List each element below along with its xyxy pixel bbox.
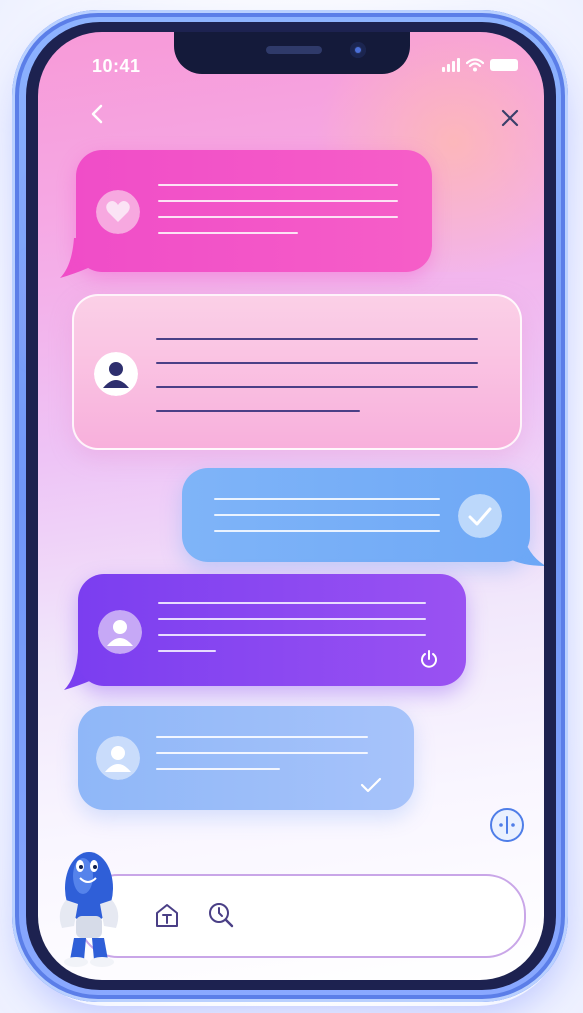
- sync-button[interactable]: [490, 808, 524, 842]
- phone-screen: 10:41: [38, 32, 544, 980]
- user-icon: [94, 352, 138, 396]
- check-icon: [360, 777, 382, 793]
- message-text-lines: [214, 498, 440, 546]
- heart-icon: [96, 190, 140, 234]
- battery-icon: [490, 59, 518, 71]
- user-icon: [98, 610, 142, 654]
- text-format-icon[interactable]: [152, 900, 182, 930]
- message-text-lines: [156, 736, 368, 784]
- message-text-lines: [158, 602, 426, 666]
- message-bubble-5[interactable]: [78, 706, 414, 810]
- status-time: 10:41: [92, 56, 141, 76]
- mascot-icon: [59, 852, 119, 967]
- message-bubble-2[interactable]: [72, 294, 522, 450]
- check-icon: [458, 494, 502, 538]
- message-bubble-4[interactable]: [78, 574, 466, 686]
- message-input[interactable]: [78, 874, 526, 958]
- wifi-icon: [466, 58, 484, 72]
- power-icon: [421, 650, 437, 668]
- status-icons: [442, 58, 518, 72]
- notch: [174, 32, 410, 74]
- message-bubble-1[interactable]: [76, 150, 432, 272]
- search-clock-icon[interactable]: [206, 900, 236, 930]
- back-button[interactable]: [86, 102, 110, 126]
- message-bubble-3[interactable]: [182, 468, 530, 562]
- user-icon: [96, 736, 140, 780]
- close-button[interactable]: [498, 106, 522, 130]
- message-text-lines: [158, 184, 398, 248]
- speaker-grille: [266, 46, 322, 54]
- message-text-lines: [156, 338, 478, 426]
- front-camera: [350, 42, 366, 58]
- signal-icon: [442, 58, 460, 72]
